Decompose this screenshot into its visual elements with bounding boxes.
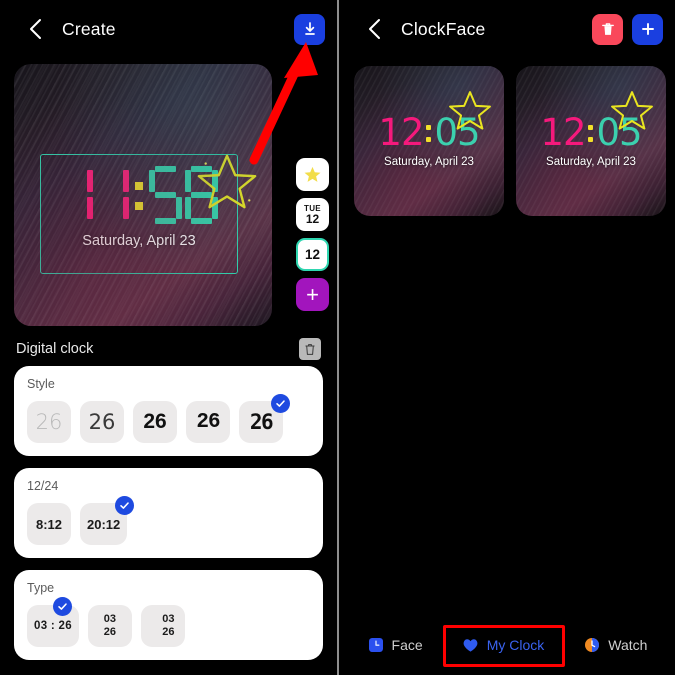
- clock-tool-label: 12: [304, 247, 321, 262]
- nav-label-face: Face: [391, 637, 423, 653]
- add-tool-label: +: [306, 281, 319, 307]
- style-option-4[interactable]: 26: [186, 401, 230, 443]
- style-option-1[interactable]: 26: [27, 401, 71, 443]
- clockface-topbar: ClockFace: [339, 0, 675, 58]
- check-icon: [115, 496, 135, 515]
- type-option-inline[interactable]: 03 : 26: [27, 597, 79, 647]
- create-topbar: Create: [0, 0, 337, 58]
- time-colon: [132, 166, 146, 224]
- clockface-hours-1: 12: [378, 111, 424, 154]
- back-icon[interactable]: [361, 16, 387, 42]
- star-icon: [449, 91, 491, 130]
- clockface-colon-1: [425, 118, 434, 148]
- page-title: ClockFace: [401, 18, 486, 39]
- star-icon: [304, 166, 321, 182]
- hour-format-card: 12/24 8:12 20:12: [14, 468, 323, 558]
- type-card: Type 03 : 26 03 26 03 26: [14, 570, 323, 660]
- clockface-screen: ClockFace 12 05 Saturday, April 23 12 05…: [337, 0, 675, 675]
- sticker-tool-button[interactable]: [296, 158, 329, 191]
- page-title: Create: [62, 18, 116, 39]
- style-option-3-label: 26: [143, 410, 167, 433]
- plus-icon: [641, 23, 654, 35]
- preview-canvas[interactable]: Saturday, April 23: [14, 64, 272, 326]
- style-card: Style 26 26 26 26 26: [14, 366, 323, 456]
- type-option-stacked[interactable]: 03 26: [87, 605, 132, 647]
- trash-icon: [305, 343, 315, 355]
- nav-item-my-clock[interactable]: My Clock: [454, 630, 553, 660]
- clock-square-icon: [367, 636, 385, 654]
- nav-item-watch[interactable]: Watch: [575, 630, 655, 660]
- type-stacked-line1: 03: [103, 613, 117, 625]
- download-button[interactable]: [294, 13, 325, 45]
- topbar-actions: [592, 13, 663, 45]
- create-screen: Create Saturday, April 23 TUE 12 12 + Di…: [0, 0, 337, 675]
- download-icon: [304, 22, 315, 35]
- app-screenshot: Create Saturday, April 23 TUE 12 12 + Di…: [0, 0, 675, 675]
- type-option-offset-label: 03 26: [151, 613, 174, 639]
- style-label: Style: [27, 377, 55, 391]
- delete-button[interactable]: [592, 13, 623, 45]
- section-title: Digital clock: [16, 341, 94, 357]
- style-option-5[interactable]: 26: [239, 394, 290, 443]
- star-icon[interactable]: [196, 150, 258, 212]
- watch-circle-icon: [583, 636, 601, 654]
- nav-item-face[interactable]: Face: [359, 630, 431, 660]
- style-option-3[interactable]: 26: [133, 401, 177, 443]
- type-offset-line2: 26: [162, 626, 175, 638]
- nav-label-my-clock: My Clock: [486, 637, 545, 653]
- hour-format-label: 12/24: [27, 479, 59, 493]
- style-option-2[interactable]: 26: [80, 401, 124, 443]
- style-option-2-label: 26: [88, 410, 116, 434]
- clockface-hours-2: 12: [540, 111, 586, 154]
- type-option-offset[interactable]: 03 26: [140, 605, 185, 647]
- style-option-4-label: 26: [196, 410, 220, 434]
- back-icon[interactable]: [22, 16, 48, 42]
- style-options: 26 26 26 26 26: [27, 394, 310, 443]
- clockface-card-1[interactable]: 12 05 Saturday, April 23: [354, 66, 504, 216]
- clockface-date-1: Saturday, April 23: [384, 156, 474, 168]
- editor-tool-strip: TUE 12 12 +: [296, 158, 329, 311]
- add-tool-button[interactable]: +: [296, 278, 329, 311]
- delete-clock-button[interactable]: [299, 338, 321, 360]
- clock-tool-button[interactable]: 12: [296, 238, 329, 271]
- minute-digit-1: [149, 166, 182, 224]
- type-options: 03 : 26 03 26 03 26: [27, 597, 310, 647]
- style-option-1-label: 26: [35, 410, 63, 434]
- hour-format-option-24h[interactable]: 20:12: [80, 496, 135, 545]
- hour-digit-1: [60, 166, 93, 224]
- check-icon: [271, 394, 290, 413]
- clockface-date-2: Saturday, April 23: [546, 156, 636, 168]
- clockface-colon-2: [587, 118, 596, 148]
- type-offset-line1: 03: [162, 613, 175, 625]
- topbar-actions: [294, 13, 325, 45]
- check-icon: [53, 597, 72, 616]
- hour-format-option-12h[interactable]: 8:12: [27, 503, 71, 545]
- trash-icon: [601, 22, 614, 35]
- hour-digit-2: [96, 166, 129, 224]
- type-option-stacked-label: 03 26: [104, 613, 116, 639]
- clockface-grid: 12 05 Saturday, April 23 12 05 Saturday,…: [339, 58, 675, 216]
- clockface-card-2[interactable]: 12 05 Saturday, April 23: [516, 66, 666, 216]
- type-label: Type: [27, 581, 55, 595]
- digital-clock-section-header: Digital clock: [0, 332, 337, 366]
- date-tool-line2: 12: [305, 212, 320, 226]
- style-option-5-label: 26: [249, 410, 274, 434]
- hour-format-option-24h-label: 20:12: [87, 516, 121, 532]
- hour-format-options: 8:12 20:12: [27, 496, 310, 545]
- type-stacked-line2: 26: [103, 626, 117, 638]
- date-tool-button[interactable]: TUE 12: [296, 198, 329, 231]
- heart-icon: [462, 636, 480, 654]
- preview-date: Saturday, April 23: [82, 233, 196, 249]
- bottom-navigation: Face My Clock Watch: [339, 619, 675, 675]
- add-button[interactable]: [632, 13, 663, 45]
- nav-label-watch: Watch: [608, 637, 648, 653]
- type-option-inline-label: 03 : 26: [34, 620, 72, 632]
- clock-preview[interactable]: Saturday, April 23: [14, 64, 272, 326]
- star-icon: [611, 91, 653, 130]
- hour-format-option-12h-label: 8:12: [35, 516, 63, 532]
